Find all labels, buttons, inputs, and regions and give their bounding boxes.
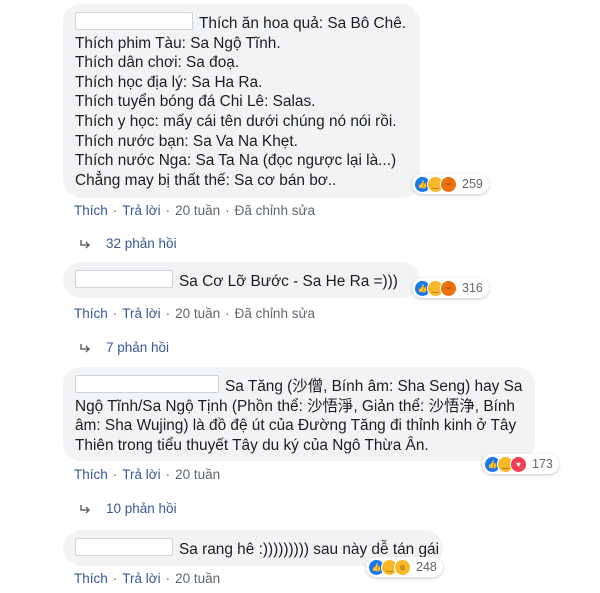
love-icon: ♥	[510, 455, 527, 473]
like-link[interactable]: Thích	[74, 467, 108, 482]
comment-line: âm: Sha Wujing) là đồ đệ út của Đường Tă…	[75, 417, 517, 435]
like-link[interactable]: Thích	[74, 203, 108, 218]
reply-arrow-icon	[80, 239, 91, 249]
comment-line: Ngộ Tĩnh/Sa Ngộ Tịnh (Phồn thể: 沙悟淨, Giả…	[75, 397, 515, 415]
comment-line: Thích nước bạn: Sa Va Na Khẹt.	[75, 132, 298, 150]
comment-line: Thiên trong tiểu thuyết Tây du ký của Ng…	[75, 436, 429, 454]
timestamp[interactable]: 20 tuần	[175, 203, 220, 218]
comment-line: Thích phim Tàu: Sa Ngộ Tĩnh.	[75, 34, 281, 52]
reaction-summary[interactable]: 👍 ‿ ⌣ 316	[412, 278, 489, 298]
timestamp[interactable]: 20 tuần	[175, 571, 220, 586]
reaction-summary[interactable]: 👍 ‿ ♥ 173	[482, 454, 559, 474]
comment-line: Thích dân chơi: Sa đoạ.	[75, 54, 240, 72]
reaction-count: 173	[532, 457, 553, 471]
edited-label: Đã chỉnh sửa	[234, 203, 315, 218]
comment-line: Thích ăn hoa quả: Sa Bô Chê.	[75, 12, 408, 34]
reply-arrow-icon	[80, 343, 91, 353]
comment-line: Sa Tăng (沙僧, Bính âm: Sha Seng) hay Sa	[75, 375, 523, 397]
wow-icon: o	[394, 558, 411, 576]
angry-icon: ⌣	[440, 175, 457, 193]
reaction-count: 316	[462, 281, 483, 295]
comment-bubble: Sa Cơ Lỡ Bước - Sa He Ra =)))	[63, 262, 420, 298]
comment-bubble: Sa Tăng (沙僧, Bính âm: Sha Seng) hay Sa N…	[63, 367, 535, 461]
view-replies-link[interactable]: 10 phản hồi	[80, 501, 177, 516]
reply-link[interactable]: Trả lời	[122, 203, 160, 218]
redacted-author-name[interactable]	[75, 538, 173, 556]
comment-line: Thích học địa lý: Sa Ha Ra.	[75, 73, 263, 91]
edited-label: Đã chỉnh sửa	[234, 306, 315, 321]
like-link[interactable]: Thích	[74, 571, 108, 586]
replies-count[interactable]: 32 phản hồi	[106, 236, 177, 251]
angry-icon: ⌣	[440, 279, 457, 297]
reply-arrow-icon	[80, 504, 91, 514]
comment-line: Sa Cơ Lỡ Bước - Sa He Ra =)))	[75, 270, 408, 292]
reaction-summary[interactable]: 👍 ‿ o 248	[366, 557, 443, 577]
comment-actions: Thích · Trả lời · 20 tuần · Đã chỉnh sửa	[74, 203, 315, 218]
redacted-author-name[interactable]	[75, 12, 193, 30]
reply-link[interactable]: Trả lời	[122, 467, 160, 482]
replies-count[interactable]: 7 phản hồi	[106, 340, 169, 355]
comment-line: Thích tuyển bóng đá Chi Lê: Salas.	[75, 93, 316, 111]
comment-line: Thích nước Nga: Sa Ta Na (đọc ngược lại …	[75, 152, 397, 170]
comment-actions: Thích · Trả lời · 20 tuần	[74, 571, 221, 586]
redacted-author-name[interactable]	[75, 375, 219, 393]
comment-line: Thích y học: mấy cái tên dưới chúng nó n…	[75, 112, 397, 130]
replies-count[interactable]: 10 phản hồi	[106, 501, 177, 516]
reply-link[interactable]: Trả lời	[122, 306, 160, 321]
reply-link[interactable]: Trả lời	[122, 571, 160, 586]
reaction-summary[interactable]: 👍 ‿ ⌣ 259	[412, 174, 489, 194]
comment-line: Chẳng may bị thất thế: Sa cơ bán bơ..	[75, 171, 337, 189]
comment-bubble: Thích ăn hoa quả: Sa Bô Chê. Thích phim …	[63, 4, 420, 198]
redacted-author-name[interactable]	[75, 270, 173, 288]
like-link[interactable]: Thích	[74, 306, 108, 321]
reaction-count: 259	[462, 177, 483, 191]
view-replies-link[interactable]: 32 phản hồi	[80, 236, 177, 251]
comment-actions: Thích · Trả lời · 20 tuần	[74, 467, 221, 482]
comment-actions: Thích · Trả lời · 20 tuần · Đã chỉnh sửa	[74, 306, 315, 321]
reaction-count: 248	[416, 560, 437, 574]
timestamp[interactable]: 20 tuần	[175, 467, 220, 482]
view-replies-link[interactable]: 7 phản hồi	[80, 340, 169, 355]
timestamp[interactable]: 20 tuần	[175, 306, 220, 321]
